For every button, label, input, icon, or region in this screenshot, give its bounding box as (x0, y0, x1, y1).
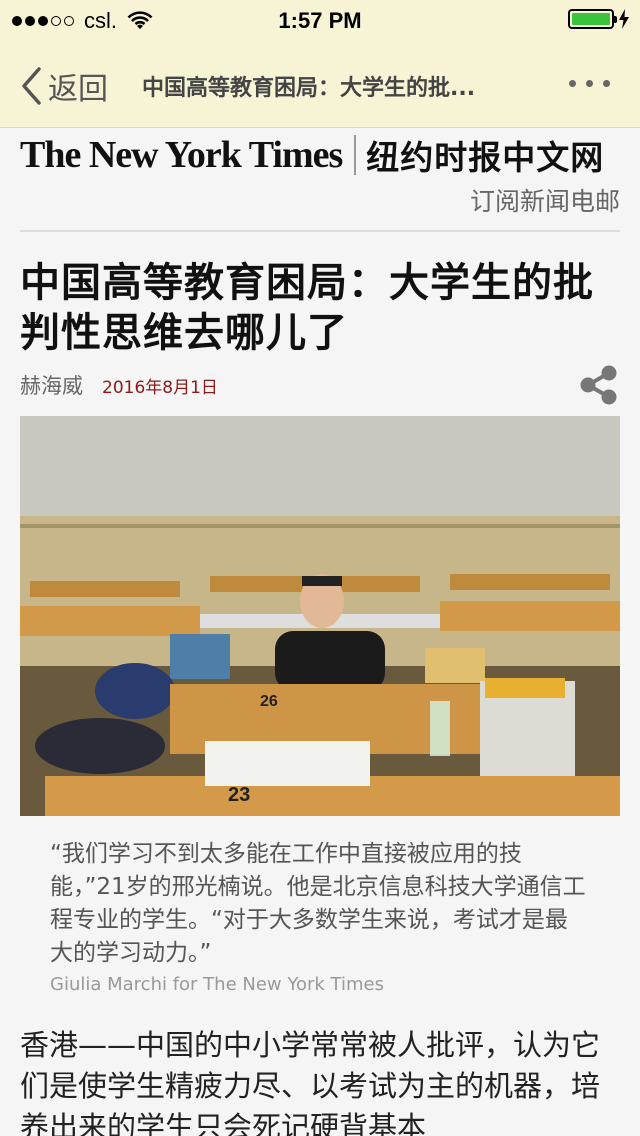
nyt-chinese-logo: 纽约时报中文网 (366, 138, 605, 177)
navigation-bar: 返回 中国高等教育困局：大学生的批... (0, 40, 640, 128)
article-photo[interactable]: 26 23 (20, 416, 620, 816)
masthead: The New York Times 纽约时报中文网 (20, 130, 620, 180)
back-button[interactable]: 返回 (20, 64, 108, 108)
status-right (568, 9, 630, 29)
battery-icon (568, 9, 617, 29)
nyt-logo: The New York Times (20, 134, 343, 176)
article-content: The New York Times 纽约时报中文网 订阅新闻电邮 中国高等教育… (20, 128, 620, 1136)
photo-credit: Giulia Marchi for The New York Times (50, 974, 384, 995)
photo-caption: “我们学习不到太多能在工作中直接被应用的技能，”21岁的邢光楠说。他是北京信息科… (50, 841, 586, 966)
logo-divider (354, 135, 357, 175)
photo-caption-block: “我们学习不到太多能在工作中直接被应用的技能，”21岁的邢光楠说。他是北京信息科… (20, 816, 620, 995)
masthead-divider (20, 230, 620, 232)
share-icon[interactable] (578, 364, 620, 406)
charging-bolt-icon (619, 9, 629, 29)
status-time: 1:57 PM (278, 8, 362, 33)
byline: 赫海威 2016年8月1日 (20, 364, 620, 408)
nav-title: 中国高等教育困局：大学生的批... (142, 76, 476, 101)
article-headline: 中国高等教育困局：大学生的批判性思维去哪儿了 (20, 260, 594, 356)
back-button-label: 返回 (48, 72, 108, 107)
author-name[interactable]: 赫海威 (20, 370, 83, 400)
chevron-left-icon (22, 67, 41, 105)
subscribe-newsletter-link[interactable]: 订阅新闻电邮 (20, 182, 620, 222)
classroom-photo: 26 23 (20, 416, 620, 816)
article-body: 香港——中国的中小学常常被人批评，认为它们是使学生精疲力尽、以考试为主的机器，培… (20, 1028, 601, 1136)
desk-number-26: 26 (260, 693, 278, 710)
more-options-icon[interactable] (569, 80, 610, 87)
desk-number-23: 23 (228, 784, 250, 806)
publish-date: 2016年8月1日 (102, 378, 218, 398)
battery-fill (572, 13, 610, 25)
status-bar: csl. 1:57 PM (0, 0, 640, 40)
